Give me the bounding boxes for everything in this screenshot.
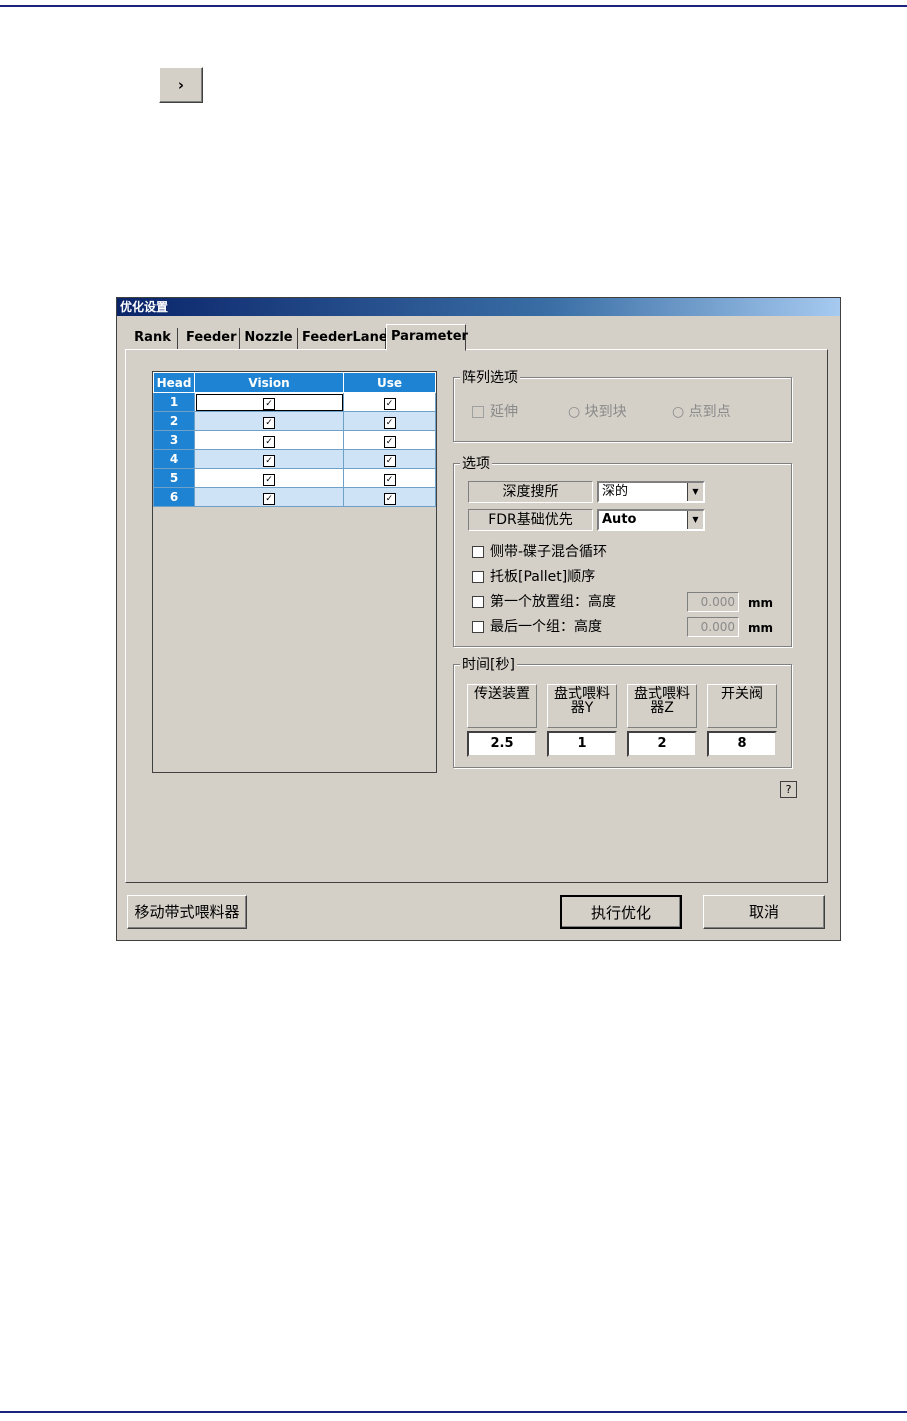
vision-cell[interactable]: ✓ xyxy=(193,430,345,450)
head-number: 6 xyxy=(153,487,195,507)
head-number: 4 xyxy=(153,449,195,469)
column-header-vision: Vision xyxy=(193,372,345,393)
dropdown-arrow-icon[interactable]: ▼ xyxy=(687,483,703,501)
table-row: 4 ✓ ✓ xyxy=(153,449,436,469)
vision-cell[interactable]: ✓ xyxy=(193,411,345,431)
vision-checkbox[interactable]: ✓ xyxy=(263,492,276,505)
vision-checkbox[interactable]: ✓ xyxy=(263,435,276,448)
depth-search-label: 深度搜所 xyxy=(468,481,593,503)
head-table: Head Vision Use 1 ✓ ✓ 2 ✓ ✓ 3 ✓ ✓ 4 ✓ ✓ … xyxy=(152,371,437,773)
time-legend: 时间[秒] xyxy=(460,654,517,674)
head-number: 3 xyxy=(153,430,195,450)
depth-search-select[interactable]: 深的 ▼ xyxy=(597,481,705,503)
tray-feeder-z-time-input[interactable]: 2 xyxy=(627,731,697,757)
conveyor-time-input[interactable]: 2.5 xyxy=(467,731,537,757)
use-checkbox[interactable]: ✓ xyxy=(383,435,396,448)
tab-rank[interactable]: Rank xyxy=(128,328,178,350)
checkbox-box-icon xyxy=(472,596,484,608)
extend-checkbox[interactable]: 延伸 xyxy=(472,402,518,422)
mix-cycle-checkbox[interactable]: 侧带-碟子混合循环 xyxy=(472,542,607,562)
vision-checkbox[interactable]: ✓ xyxy=(263,416,276,429)
use-cell[interactable]: ✓ xyxy=(343,430,436,450)
radio-icon: ○ xyxy=(672,404,689,420)
point-to-point-label: 点到点 xyxy=(688,404,731,420)
move-tape-feeder-button[interactable]: 移动带式喂料器 xyxy=(127,895,247,929)
use-cell[interactable]: ✓ xyxy=(343,449,436,469)
use-checkbox[interactable]: ✓ xyxy=(383,473,396,486)
tab-feederlane[interactable]: FeederLane xyxy=(298,328,388,350)
checkbox-box-icon xyxy=(472,571,484,583)
use-checkbox[interactable]: ✓ xyxy=(383,454,396,467)
chevron-right-icon: › xyxy=(177,76,185,94)
point-to-point-radio[interactable]: ○ 点到点 xyxy=(672,402,731,422)
tab-feeder[interactable]: Feeder xyxy=(182,328,240,350)
page-top-rule xyxy=(0,5,907,7)
use-checkbox[interactable]: ✓ xyxy=(383,397,396,410)
table-row: 2 ✓ ✓ xyxy=(153,411,436,431)
column-header-use: Use xyxy=(343,372,436,393)
use-cell[interactable]: ✓ xyxy=(343,392,436,412)
table-row: 1 ✓ ✓ xyxy=(153,392,436,412)
pallet-order-checkbox[interactable]: 托板[Pallet]顺序 xyxy=(472,567,595,587)
radio-icon: ○ xyxy=(568,404,585,420)
use-checkbox[interactable]: ✓ xyxy=(383,492,396,505)
use-cell[interactable]: ✓ xyxy=(343,468,436,488)
vision-cell[interactable]: ✓ xyxy=(193,468,345,488)
vision-cell[interactable]: ✓ xyxy=(193,392,345,412)
depth-search-value: 深的 xyxy=(602,484,629,499)
checkbox-box-icon xyxy=(472,406,484,418)
execute-optimization-button[interactable]: 执行优化 xyxy=(560,895,682,929)
last-group-unit: mm xyxy=(748,621,774,635)
vision-checkbox[interactable]: ✓ xyxy=(263,454,276,467)
vision-cell[interactable]: ✓ xyxy=(193,449,345,469)
first-group-height-checkbox[interactable]: 第一个放置组：高度 xyxy=(472,592,616,612)
checkbox-box-icon xyxy=(472,546,484,558)
first-group-height-input[interactable]: 0.000 xyxy=(687,592,739,612)
tab-nozzle[interactable]: Nozzle xyxy=(240,328,298,350)
head-number: 5 xyxy=(153,468,195,488)
checkbox-box-icon xyxy=(472,621,484,633)
first-group-unit: mm xyxy=(748,596,774,610)
use-cell[interactable]: ✓ xyxy=(343,411,436,431)
vision-checkbox[interactable]: ✓ xyxy=(263,473,276,486)
array-options-legend: 阵列选项 xyxy=(460,367,520,387)
table-row: 5 ✓ ✓ xyxy=(153,468,436,488)
options-legend: 选项 xyxy=(460,453,492,473)
head-number: 1 xyxy=(153,392,195,412)
time-header-tray-feeder-z: 盘式喂料器Z xyxy=(627,684,697,728)
dropdown-arrow-icon[interactable]: ▼ xyxy=(687,511,703,529)
column-header-head: Head xyxy=(153,372,195,393)
head-number: 2 xyxy=(153,411,195,431)
last-group-height-label: 最后一个组：高度 xyxy=(490,619,602,635)
first-group-height-label: 第一个放置组：高度 xyxy=(490,594,616,610)
help-button[interactable]: ? xyxy=(780,781,797,798)
block-to-block-radio[interactable]: ○ 块到块 xyxy=(568,402,627,422)
dialog-title: 优化设置 xyxy=(117,298,840,316)
fdr-priority-select[interactable]: Auto ▼ xyxy=(597,509,705,531)
extend-label: 延伸 xyxy=(490,404,518,420)
tab-parameter[interactable]: Parameter xyxy=(386,324,468,351)
table-row: 6 ✓ ✓ xyxy=(153,487,436,507)
time-header-conveyor: 传送装置 xyxy=(467,684,537,728)
cancel-button[interactable]: 取消 xyxy=(703,895,825,929)
next-arrow-button[interactable]: › xyxy=(159,67,203,103)
fdr-priority-label: FDR基础优先 xyxy=(468,509,593,531)
last-group-height-input[interactable]: 0.000 xyxy=(687,617,739,637)
tray-feeder-y-time-input[interactable]: 1 xyxy=(547,731,617,757)
vision-checkbox[interactable]: ✓ xyxy=(263,397,276,410)
use-cell[interactable]: ✓ xyxy=(343,487,436,507)
valve-time-input[interactable]: 8 xyxy=(707,731,777,757)
last-group-height-checkbox[interactable]: 最后一个组：高度 xyxy=(472,617,602,637)
time-header-valve: 开关阀 xyxy=(707,684,777,728)
time-header-tray-feeder-y: 盘式喂料器Y xyxy=(547,684,617,728)
page-bottom-rule xyxy=(0,1411,907,1413)
vision-cell[interactable]: ✓ xyxy=(193,487,345,507)
mix-cycle-label: 侧带-碟子混合循环 xyxy=(490,544,608,560)
use-checkbox[interactable]: ✓ xyxy=(383,416,396,429)
block-to-block-label: 块到块 xyxy=(584,404,627,420)
fdr-priority-value: Auto xyxy=(602,512,637,527)
pallet-order-label: 托板[Pallet]顺序 xyxy=(490,569,596,585)
table-row: 3 ✓ ✓ xyxy=(153,430,436,450)
